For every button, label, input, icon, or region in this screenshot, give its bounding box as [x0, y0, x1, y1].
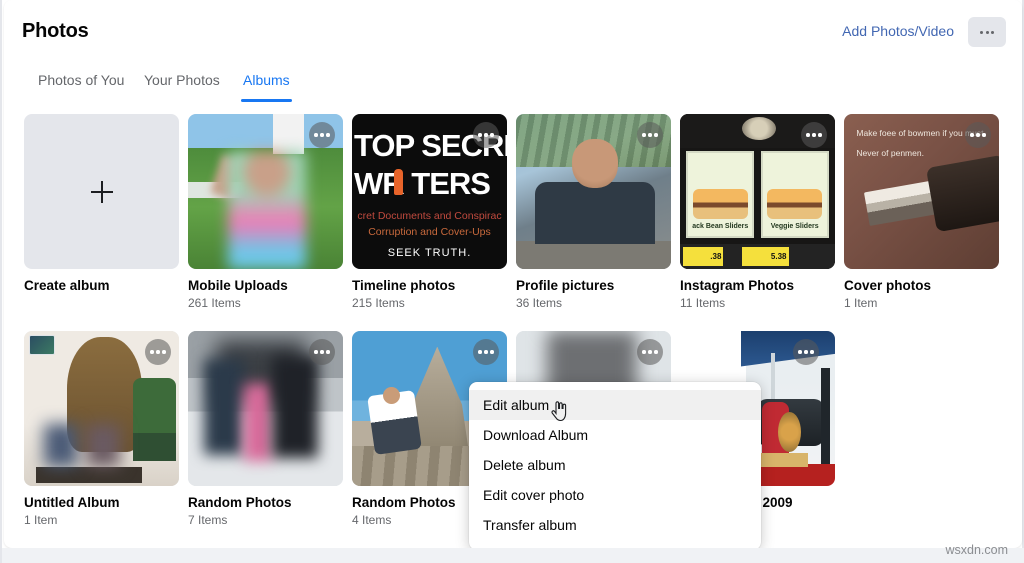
- album-thumb[interactable]: Make foee of bowmen if you must Never of…: [844, 114, 999, 269]
- price-tag-right: 5.38: [742, 247, 789, 266]
- cover-text-sub3: SEEK TRUTH.: [387, 247, 472, 259]
- photos-card: Photos Add Photos/Video Photos of You Yo…: [4, 0, 1022, 548]
- cover-text-sub2: Corruption and Cover-Ups: [368, 226, 491, 238]
- tab-bar: Photos of You Your Photos Albums: [4, 62, 1022, 102]
- more-horizontal-icon: [314, 350, 330, 354]
- price-tag-left: .38: [683, 247, 724, 266]
- more-horizontal-icon: [642, 133, 658, 137]
- album-menu-button[interactable]: [309, 339, 335, 365]
- album-count: 261 Items: [188, 296, 241, 310]
- more-horizontal-icon: [806, 133, 822, 137]
- create-album-thumb[interactable]: [24, 114, 179, 269]
- album-count: 1 Item: [844, 296, 878, 310]
- album-thumb[interactable]: [24, 331, 179, 486]
- more-horizontal-icon: [478, 350, 494, 354]
- menu-item-transfer-album[interactable]: Transfer album: [469, 510, 761, 540]
- photos-page: Photos Add Photos/Video Photos of You Yo…: [0, 0, 1024, 563]
- create-album-label: Create album: [24, 278, 110, 293]
- page-footer-strip: [2, 548, 1024, 563]
- plus-icon: [90, 180, 113, 203]
- album-thumb[interactable]: TOP SECRET WR TERS cret Documents and Co…: [352, 114, 507, 269]
- album-title: Cover photos: [844, 278, 932, 293]
- album-tile-instagram-photos[interactable]: ack Bean Sliders Veggie Sliders .38 5.38: [680, 114, 835, 311]
- album-menu-button[interactable]: [793, 339, 819, 365]
- album-thumb[interactable]: [188, 114, 343, 269]
- album-title: Profile pictures: [516, 278, 615, 293]
- add-photos-video-link[interactable]: Add Photos/Video: [842, 23, 954, 39]
- album-title: Timeline photos: [352, 278, 456, 293]
- album-tile-create[interactable]: Create album: [24, 114, 179, 294]
- more-horizontal-icon: [980, 30, 994, 34]
- figure-glyph: [394, 169, 403, 195]
- overlay-badge-icon: [29, 335, 55, 355]
- cover-text-sub1: cret Documents and Conspirac: [357, 210, 502, 222]
- album-title: Mobile Uploads: [188, 278, 288, 293]
- tab-albums[interactable]: Albums: [241, 66, 292, 102]
- album-menu-button[interactable]: [637, 339, 663, 365]
- album-tile-timeline-photos[interactable]: TOP SECRET WR TERS cret Documents and Co…: [352, 114, 507, 311]
- album-thumb[interactable]: ack Bean Sliders Veggie Sliders .38 5.38: [680, 114, 835, 269]
- album-menu-button[interactable]: [473, 122, 499, 148]
- cover-caption-right: Veggie Sliders: [770, 223, 819, 231]
- album-title: Random Photos: [188, 495, 292, 510]
- album-menu-button[interactable]: [637, 122, 663, 148]
- album-menu-button[interactable]: [145, 339, 171, 365]
- menu-item-edit-cover-photo[interactable]: Edit cover photo: [469, 480, 761, 510]
- menu-item-download-album[interactable]: Download Album: [469, 420, 761, 450]
- cover-quote-line2: Never of penmen.: [856, 148, 924, 159]
- album-tile-untitled-album[interactable]: Untitled Album 1 Item: [24, 331, 179, 528]
- menu-item-delete-album[interactable]: Delete album: [469, 450, 761, 480]
- more-horizontal-icon: [970, 133, 986, 137]
- more-horizontal-icon: [314, 133, 330, 137]
- tab-your-photos[interactable]: Your Photos: [142, 66, 222, 102]
- album-thumb[interactable]: [516, 114, 671, 269]
- album-tile-profile-pictures[interactable]: Profile pictures 36 Items: [516, 114, 671, 311]
- watermark: wsxdn.com: [945, 543, 1008, 557]
- menu-item-edit-album[interactable]: Edit album: [469, 390, 761, 420]
- album-count: 7 Items: [188, 513, 228, 527]
- album-tile-cover-photos[interactable]: Make foee of bowmen if you must Never of…: [844, 114, 999, 311]
- more-horizontal-icon: [478, 133, 494, 137]
- more-horizontal-icon: [798, 350, 814, 354]
- album-title: Instagram Photos: [680, 278, 795, 293]
- album-tile-random-photos-7[interactable]: Random Photos 7 Items: [188, 331, 343, 528]
- cover-text-line2: WR TERS: [354, 166, 491, 201]
- more-horizontal-icon: [150, 350, 166, 354]
- album-count: 11 Items: [680, 296, 726, 310]
- album-thumb[interactable]: [188, 331, 343, 486]
- album-count: 1 Item: [24, 513, 58, 527]
- page-title: Photos: [22, 20, 89, 42]
- album-menu-button-active[interactable]: [473, 339, 499, 365]
- cover-caption-left: ack Bean Sliders: [692, 223, 749, 231]
- album-menu-button[interactable]: [965, 122, 991, 148]
- album-menu-button[interactable]: [309, 122, 335, 148]
- album-context-menu[interactable]: Edit album Download Album Delete album E…: [469, 382, 761, 548]
- more-horizontal-icon: [642, 350, 658, 354]
- header-more-button[interactable]: [968, 17, 1006, 47]
- album-count: 215 Items: [352, 296, 405, 310]
- album-title: Untitled Album: [24, 495, 120, 510]
- album-tile-mobile-uploads[interactable]: Mobile Uploads 261 Items: [188, 114, 343, 311]
- tab-photos-of-you[interactable]: Photos of You: [36, 66, 126, 102]
- album-count: 36 Items: [516, 296, 563, 310]
- page-header: Photos Add Photos/Video: [4, 0, 1022, 62]
- album-menu-button[interactable]: [801, 122, 827, 148]
